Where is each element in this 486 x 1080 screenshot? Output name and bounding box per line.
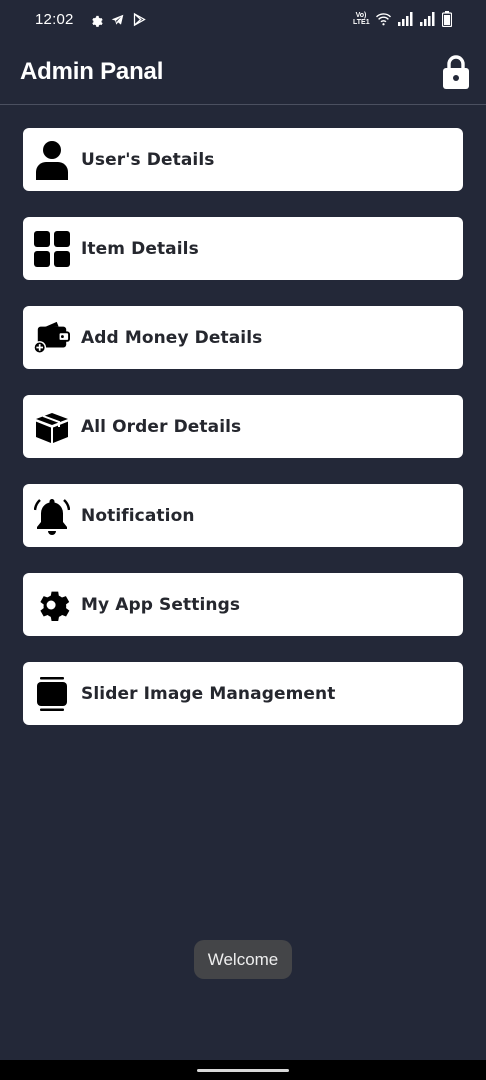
wifi-icon <box>376 13 391 26</box>
bell-icon <box>34 496 70 536</box>
menu-item-users-details[interactable]: User's Details <box>23 128 463 191</box>
lock-button[interactable] <box>442 54 470 90</box>
menu-item-label: Slider Image Management <box>81 683 336 704</box>
gear-icon <box>34 585 70 625</box>
menu-item-my-app-settings[interactable]: My App Settings <box>23 573 463 636</box>
menu-item-item-details[interactable]: Item Details <box>23 217 463 280</box>
play-store-icon <box>133 12 146 27</box>
menu-item-label: All Order Details <box>81 416 242 437</box>
slider-icon <box>34 674 70 714</box>
telegram-icon <box>111 14 124 25</box>
toast-message: Welcome <box>194 940 292 979</box>
app-bar: Admin Panal <box>0 40 486 105</box>
status-right-icons: Vo) LTE1 <box>353 11 452 27</box>
navigation-bar <box>0 1060 486 1080</box>
signal-icon <box>420 12 435 26</box>
menu-item-add-money-details[interactable]: Add Money Details <box>23 306 463 369</box>
box-icon <box>34 407 70 447</box>
menu-item-label: Add Money Details <box>81 327 263 348</box>
home-gesture-handle[interactable] <box>197 1069 289 1072</box>
gear-icon <box>92 15 103 27</box>
menu-item-label: User's Details <box>81 149 215 170</box>
page-title: Admin Panal <box>20 58 164 85</box>
menu-item-all-order-details[interactable]: All Order Details <box>23 395 463 458</box>
menu-item-notification[interactable]: Notification <box>23 484 463 547</box>
menu-item-slider-image-management[interactable]: Slider Image Management <box>23 662 463 725</box>
signal-icon <box>398 12 413 26</box>
user-icon <box>34 140 70 180</box>
grid-icon <box>34 229 70 269</box>
menu-item-label: Item Details <box>81 238 199 259</box>
menu-item-label: My App Settings <box>81 594 241 615</box>
battery-icon <box>442 11 452 27</box>
status-bar: 12:02 Vo) LTE1 <box>0 0 486 40</box>
volte-icon: Vo) LTE1 <box>353 12 370 26</box>
wallet-add-icon <box>34 318 70 358</box>
lock-icon <box>443 55 469 89</box>
status-left-icons <box>89 12 147 27</box>
menu-list: User's Details Item Details Add Money De <box>23 128 463 751</box>
status-time: 12:02 <box>35 11 74 28</box>
menu-item-label: Notification <box>81 505 195 526</box>
